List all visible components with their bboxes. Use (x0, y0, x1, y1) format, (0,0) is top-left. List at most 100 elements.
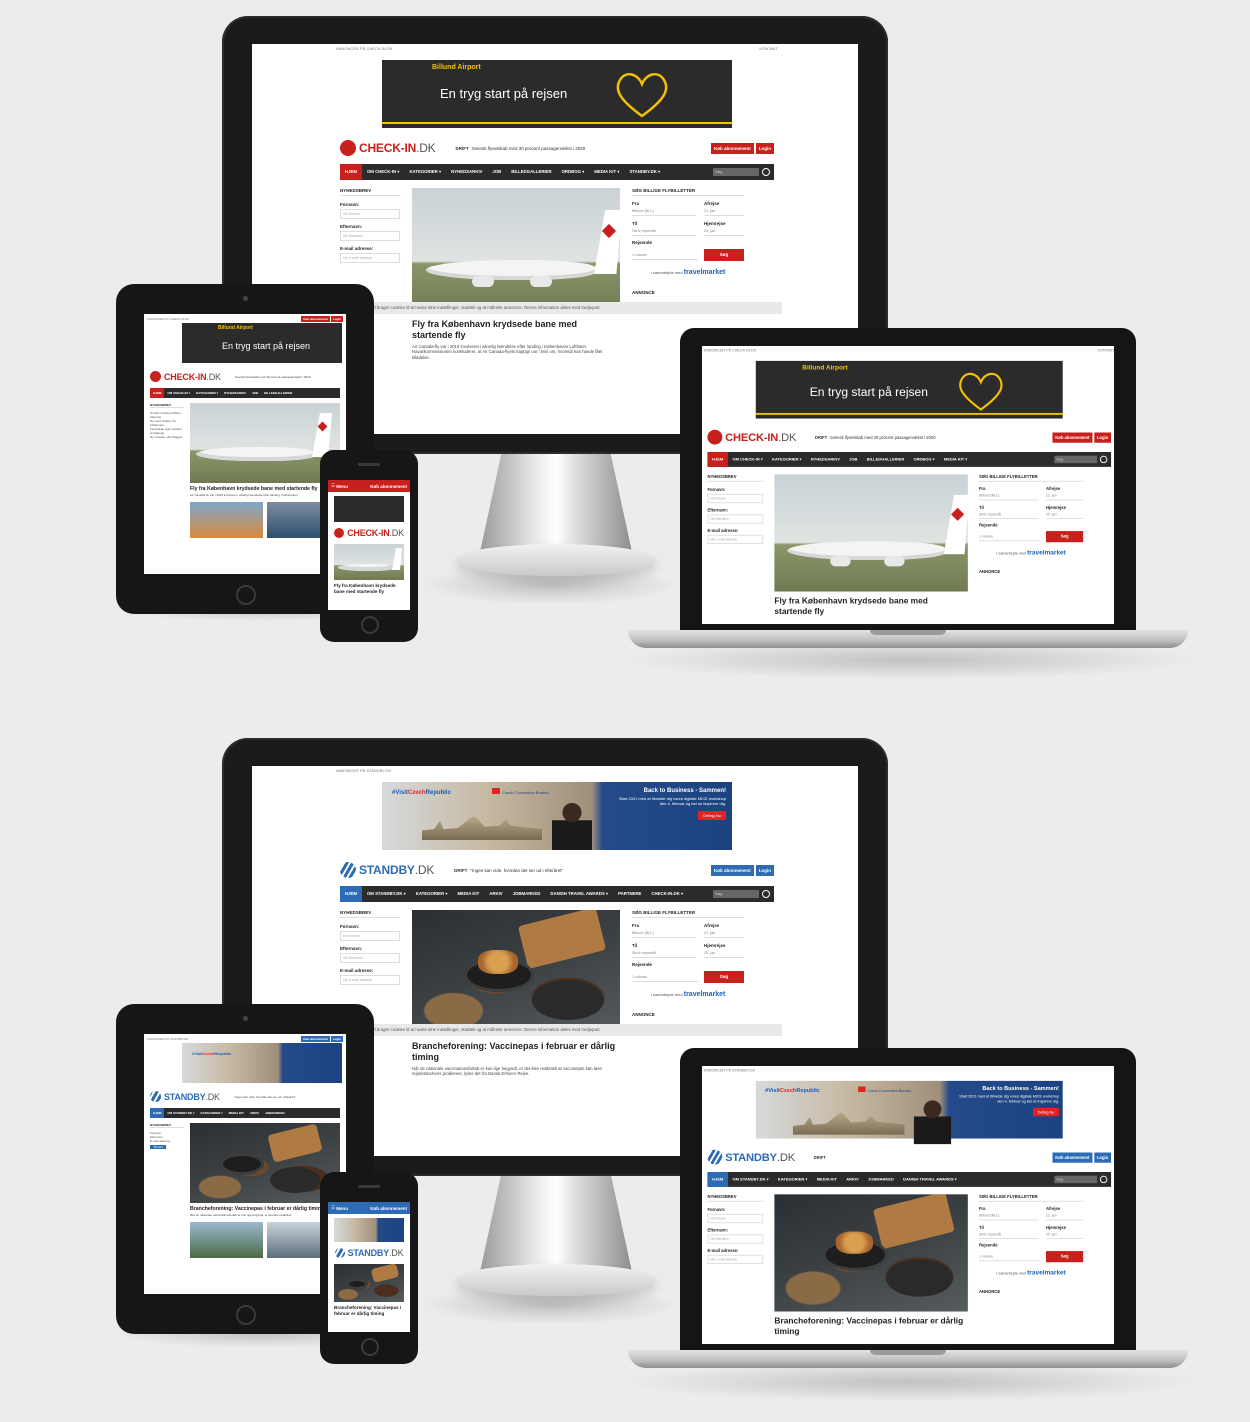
first-name-input[interactable]: Dit fornavn (340, 209, 400, 219)
to-input[interactable]: Skriv rejsemål (632, 949, 696, 958)
travelmarket-logo[interactable]: travelmarket (684, 269, 726, 276)
standby-logo[interactable]: STANDBY .DK (340, 862, 434, 878)
czech-banner[interactable]: #VisitCzechRepublic (182, 1043, 342, 1083)
travellers-select[interactable]: 1 voksen (979, 1253, 1041, 1262)
return-date-input[interactable]: 25. jan (1045, 511, 1084, 519)
nav-item-awards[interactable]: DANISH TRAVEL AWARDS ▾ (545, 886, 613, 902)
login-button[interactable]: Login (755, 142, 774, 154)
nav-item-home[interactable]: HJEM (150, 388, 165, 398)
nav-item-galleries[interactable]: BILLEDGALLERIER (261, 388, 295, 398)
last-name-input[interactable]: Dit efternavn (340, 953, 400, 963)
standby-logo[interactable]: STANDBY .DK (334, 1248, 404, 1258)
from-input[interactable]: Billund (BLL) (979, 492, 1039, 501)
billund-banner[interactable]: Billund Airport En tryg start på rejsen (182, 323, 342, 363)
article-headline[interactable]: Brancheforening: Vaccinepas i februar er… (190, 1206, 340, 1212)
depart-date-input[interactable]: 21. jan (704, 207, 744, 216)
subscribe-newsletter-button[interactable]: Tilmeld (150, 1145, 166, 1150)
home-button[interactable] (361, 1338, 379, 1356)
article-image-plane[interactable] (412, 188, 620, 314)
email-input[interactable]: Din e-mail adresse (340, 253, 400, 263)
news-ticker[interactable]: DRIFT "Ingen kan vide, hvordan det ser ud… (454, 868, 709, 873)
billund-banner[interactable]: Billund Airport En tryg start på rejsen (755, 360, 1063, 419)
last-name-input[interactable]: Dit efternavn (707, 514, 764, 524)
thumbnail-image[interactable] (190, 1222, 263, 1259)
nav-search[interactable]: Søg (713, 890, 770, 898)
nav-item-home[interactable]: HJEM (340, 886, 362, 902)
return-date-input[interactable]: 25. jan (704, 227, 744, 236)
nav-item-archive[interactable]: NYHEDSARKIV (806, 452, 844, 467)
home-button[interactable] (236, 585, 256, 605)
article-headline[interactable]: Fly fra København krydsede bane med star… (774, 596, 967, 616)
nav-item-jobs[interactable]: JOBMARKED (508, 886, 546, 902)
depart-date-input[interactable]: 21. jan (704, 929, 744, 938)
list-item[interactable]: Nordens første luftfarts-kalender (150, 411, 184, 419)
article-image-food[interactable] (774, 1194, 968, 1312)
nav-item-categories[interactable]: KATEGORIER ▾ (193, 388, 221, 398)
nav-item-media-kit[interactable]: MEDIA KIT ▾ (589, 164, 624, 180)
article-image-plane[interactable] (190, 403, 340, 483)
standby-logo[interactable]: STANDBY .DK (707, 1149, 795, 1165)
travellers-select[interactable]: 1 voksen (632, 251, 698, 260)
flight-search-button[interactable]: Søg (1045, 1251, 1084, 1263)
czech-banner[interactable]: #VisitCzechRepublic Czech Convention Bur… (382, 782, 732, 850)
login-button[interactable]: Login (330, 1035, 343, 1042)
nav-item-jobs[interactable]: JOBMARKED (863, 1172, 898, 1187)
nav-search[interactable]: Søg (1054, 455, 1108, 464)
nav-item-categories[interactable]: KATEGORIER ▾ (767, 452, 806, 467)
checkin-logo[interactable]: CHECK-IN .DK (340, 140, 436, 156)
checkin-logo[interactable]: CHECK-IN .DK (334, 528, 404, 538)
search-icon[interactable] (762, 168, 770, 176)
nav-item-home[interactable]: HJEM (340, 164, 362, 180)
nav-item-categories[interactable]: KATEGORIER ▾ (197, 1108, 225, 1118)
search-input[interactable]: Søg (713, 168, 759, 176)
article-image-food[interactable] (334, 1264, 404, 1302)
menu-button[interactable]: Menu (336, 484, 348, 489)
czech-banner[interactable] (334, 1218, 404, 1242)
from-input[interactable]: Billund (BLL) (632, 207, 696, 216)
article-headline[interactable]: Brancheforening: Vaccinepas i februar er… (334, 1305, 404, 1317)
flight-search-button[interactable]: Søg (704, 971, 744, 983)
nav-item-archive[interactable]: ARKIV (842, 1172, 864, 1187)
news-ticker[interactable]: DRIFT Svensk flyselskab med 30 procent pa… (455, 146, 709, 151)
nav-item-media-kit[interactable]: MEDIA KIT ▾ (939, 452, 972, 467)
article-headline[interactable]: Brancheforening: Vaccinepas i februar er… (412, 1041, 620, 1063)
list-item[interactable]: Ny ruteplan offentliggjort (150, 435, 184, 439)
subscribe-button[interactable]: Køb abonnement (1052, 1152, 1093, 1163)
nav-item-awards[interactable]: DANISH TRAVEL AWARDS ▾ (898, 1172, 961, 1187)
contact-link[interactable]: KONTAKT (759, 46, 778, 56)
login-button[interactable]: Login (330, 315, 343, 322)
subscribe-button[interactable]: Køb abonnement (711, 142, 754, 154)
nav-item-media-kit[interactable]: MEDIA KIT (226, 1108, 247, 1118)
subscribe-button[interactable]: Køb abonnement (711, 864, 754, 876)
nav-item-media-kit[interactable]: MEDIA KIT (812, 1172, 842, 1187)
nav-item-categories[interactable]: KATEGORIER ▾ (404, 164, 446, 180)
advertise-link[interactable]: ANNONCER PÅ STANDBY.DK (336, 768, 391, 778)
email-input[interactable]: Din e-mail adresse (340, 975, 400, 985)
email-input[interactable]: Din e-mail adresse (707, 534, 764, 545)
article-headline[interactable]: Fly fra København krydsede bane med star… (412, 319, 620, 341)
to-input[interactable]: Skriv rejsemål (632, 227, 696, 236)
last-name-input[interactable]: Dit efternavn (707, 1234, 764, 1244)
from-input[interactable]: Billund (BLL) (979, 1212, 1039, 1221)
standby-logo[interactable]: STANDBY .DK (150, 1091, 220, 1102)
to-input[interactable]: Skriv rejsemål (979, 511, 1039, 519)
search-input[interactable]: Søg (1054, 1175, 1098, 1184)
home-button[interactable] (361, 616, 379, 634)
subscribe-button[interactable]: Køb abonnement (301, 315, 330, 322)
cookie-bar[interactable]: Vi bruger cookies til at huske dine inds… (332, 302, 782, 314)
news-ticker[interactable]: DRIFT Svensk flyselskab med 30 procent pa… (815, 435, 1051, 440)
nav-item-archive[interactable]: ARKIV (484, 886, 507, 902)
last-name-input[interactable]: Dit efternavn (340, 231, 400, 241)
first-name-input[interactable]: Dit fornavn (707, 1213, 764, 1224)
flight-search-button[interactable]: Søg (1045, 531, 1084, 543)
cookie-bar[interactable]: Vi bruger cookies til at huske dine inds… (332, 1024, 782, 1036)
list-item[interactable]: Flyselskab øger antallet af afgange (150, 427, 184, 435)
travellers-select[interactable]: 1 voksen (979, 533, 1041, 542)
subscribe-button[interactable]: Køb abonnement (1052, 432, 1093, 443)
banner-cta-button[interactable]: Deltag Nu (698, 810, 726, 820)
nav-item-partners[interactable]: PARTNERE (613, 886, 646, 902)
menu-button[interactable]: Menu (336, 1206, 348, 1211)
nav-item-job[interactable]: JOB (845, 452, 863, 467)
article-headline[interactable]: Fly fra København krydsede bane med star… (334, 583, 404, 595)
nav-item-dictionary[interactable]: ORDBOG ▾ (909, 452, 939, 467)
